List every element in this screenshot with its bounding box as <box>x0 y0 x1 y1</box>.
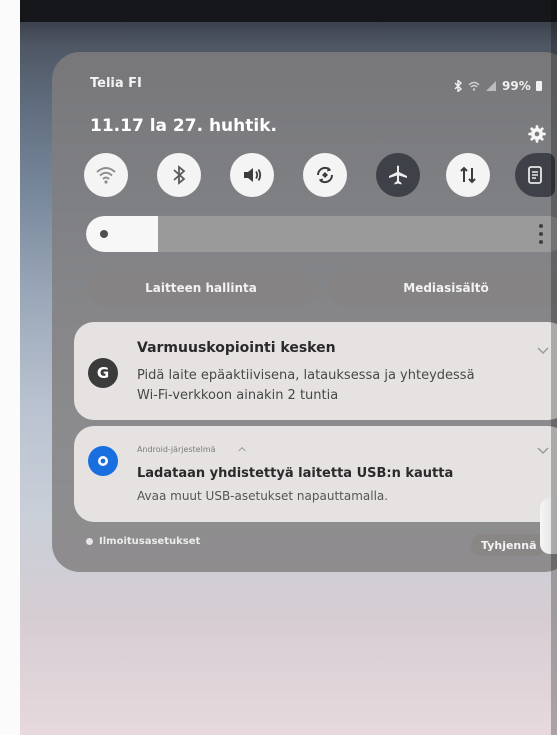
brightness-slider-fill <box>86 216 158 252</box>
nfc-tile[interactable] <box>515 153 555 197</box>
android-system-icon <box>88 446 118 476</box>
mobile-data-icon <box>460 166 476 184</box>
android-system-glyph <box>98 456 108 466</box>
battery-percent: 99% <box>502 79 531 93</box>
photo-background: Telia FI 99% 11.17 la 27. huhtik. Laitte… <box>0 0 557 735</box>
wifi-tile[interactable] <box>84 153 128 197</box>
date-time: 11.17 la 27. huhtik. <box>90 116 277 136</box>
notification-settings-link[interactable]: Ilmoitusasetukset <box>86 536 200 547</box>
status-icons: 99% <box>454 79 542 93</box>
wifi-status-icon <box>468 81 480 91</box>
sound-icon <box>244 168 262 182</box>
sound-tile[interactable] <box>230 153 274 197</box>
bluetooth-icon <box>173 165 186 185</box>
battery-icon <box>535 81 542 91</box>
notification-body: Pidä laite epäaktiivisena, latauksessa j… <box>137 366 537 406</box>
media-output-button[interactable]: Mediasisältö <box>326 270 557 306</box>
nfc-icon <box>528 166 542 184</box>
mobile-data-tile[interactable] <box>446 153 490 197</box>
clear-all-button[interactable]: Tyhjennä <box>471 534 547 556</box>
google-icon-letter: G <box>96 364 110 382</box>
photo-left-border <box>0 0 20 735</box>
signal-icon <box>486 81 496 91</box>
airplane-mode-icon <box>389 165 407 185</box>
bluetooth-tile[interactable] <box>157 153 201 197</box>
auto-rotate-tile[interactable] <box>303 153 347 197</box>
brightness-slider[interactable] <box>86 216 557 252</box>
bluetooth-status-icon <box>454 80 463 92</box>
brightness-sun-icon <box>100 230 108 238</box>
photo-top-border <box>20 0 557 22</box>
notification-app-name: Android-järjestelmä <box>137 445 216 454</box>
auto-rotate-icon <box>316 166 334 184</box>
chevron-down-icon[interactable] <box>537 347 549 355</box>
settings-dot-icon <box>86 538 93 545</box>
notification-title: Varmuuskopiointi kesken <box>137 340 336 356</box>
more-options-icon[interactable] <box>539 224 543 244</box>
notification-body-line: Wi-Fi-verkkoon ainakin 2 tuntia <box>137 388 339 403</box>
notification-body: Avaa muut USB-asetukset napauttamalla. <box>137 489 389 503</box>
notification-title: Ladataan yhdistettyä laitetta USB:n kaut… <box>137 466 454 481</box>
chevron-up-icon <box>238 446 246 452</box>
wifi-icon <box>96 167 116 184</box>
device-control-button[interactable]: Laitteen hallinta <box>86 270 316 306</box>
notification-settings-label: Ilmoitusasetukset <box>99 536 201 547</box>
gear-icon[interactable] <box>526 123 548 145</box>
chevron-down-icon[interactable] <box>537 447 549 455</box>
carrier-label: Telia FI <box>90 76 142 91</box>
photo-right-shadow <box>551 0 557 735</box>
google-icon: G <box>88 358 118 388</box>
airplane-mode-tile[interactable] <box>376 153 420 197</box>
notification-body-line: Pidä laite epäaktiivisena, latauksessa j… <box>137 368 475 383</box>
